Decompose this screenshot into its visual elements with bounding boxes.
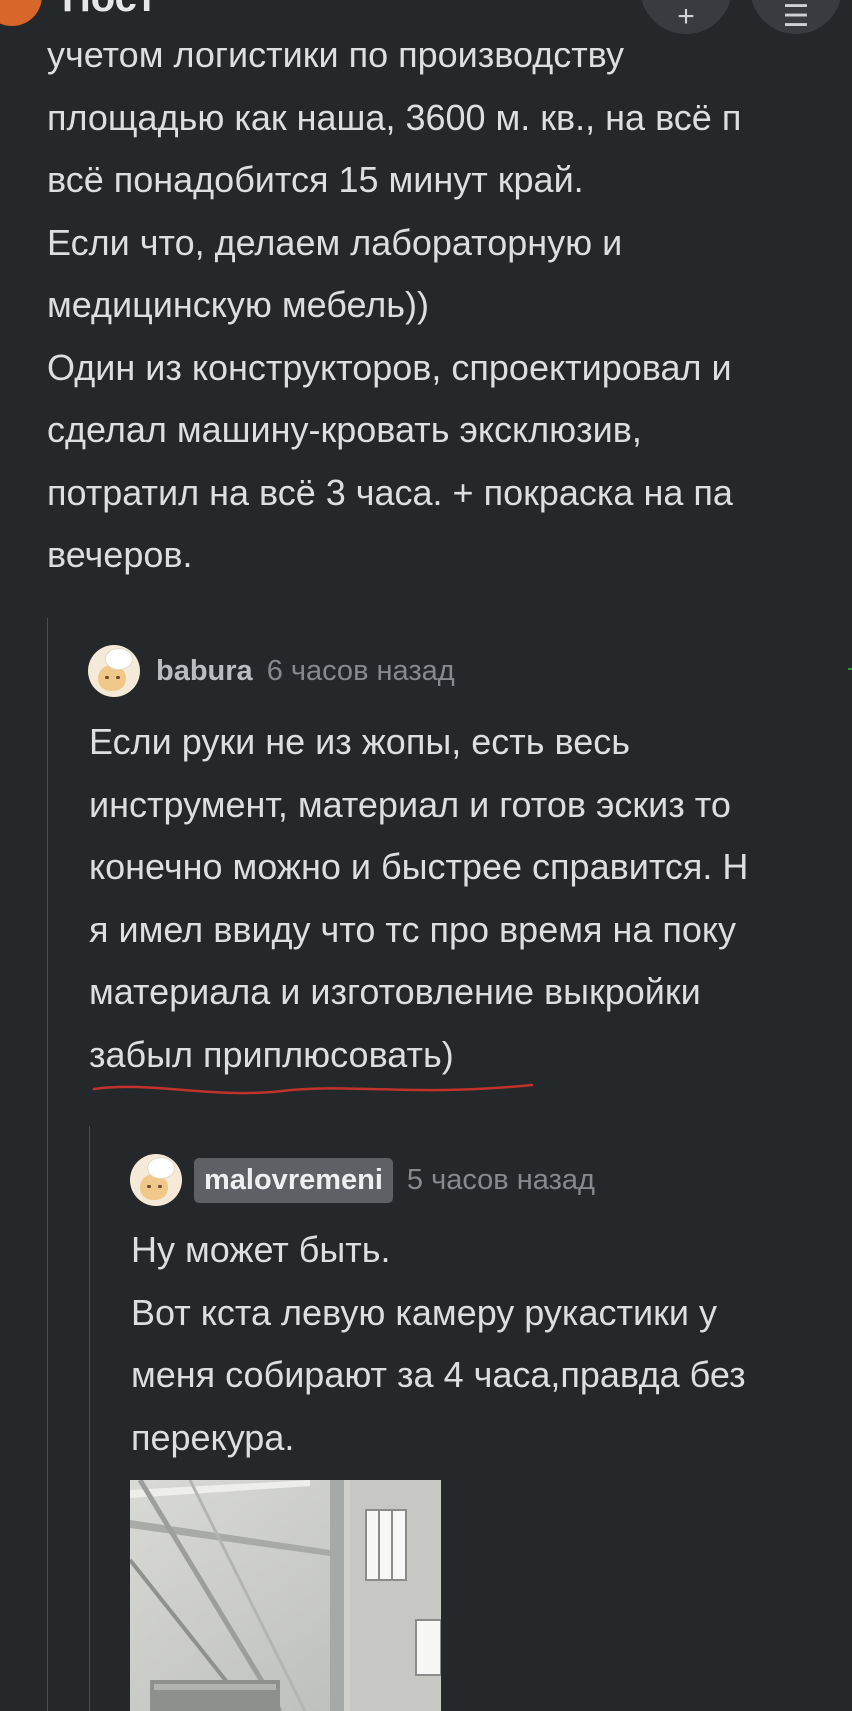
post-text: учетом логистики по производству площадь… bbox=[47, 24, 741, 587]
comment-line: Вот кста левую камеру рукастики у bbox=[131, 1291, 717, 1333]
avatar-eye bbox=[158, 1185, 162, 1188]
comment-line: инструмент, материал и готов эскиз то bbox=[89, 783, 731, 825]
post-line: всё понадобится 15 минут край. bbox=[47, 159, 584, 200]
comment-line: Если руки не из жопы, есть весь bbox=[89, 721, 630, 762]
comment-time[interactable]: 6 часов назад bbox=[267, 655, 455, 688]
comment-line: перекура. bbox=[131, 1416, 295, 1458]
comment-header: babura 6 часов назад bbox=[88, 645, 455, 697]
post-page: Пост + ☰ учетом логистики по производств… bbox=[0, 0, 852, 1711]
post-line: медицинскую мебель)) bbox=[47, 284, 430, 325]
settings-icon: ☰ bbox=[782, 0, 810, 33]
avatar-hat bbox=[106, 649, 132, 669]
red-underline-mark bbox=[92, 1083, 534, 1095]
post-line: сделал машину-кровать эксклюзив, bbox=[47, 409, 642, 450]
factory-interior-image bbox=[130, 1480, 441, 1711]
comment-photo[interactable] bbox=[130, 1480, 441, 1711]
comment-line: материала и изготовление выкройки bbox=[89, 971, 701, 1012]
comment-header: malovremeni 5 часов назад bbox=[130, 1154, 595, 1206]
comment-text: Если руки не из жопы, есть весь инструме… bbox=[89, 711, 748, 1086]
comment-line: я имел ввиду что тс про время на поку bbox=[89, 908, 737, 950]
post-line: площадью как наша, 3600 м. кв., на всё п bbox=[47, 96, 742, 138]
plus-icon: + bbox=[677, 0, 695, 33]
post-line: потратил на всё 3 часа. + покраска на па bbox=[47, 471, 733, 513]
avatar-face bbox=[140, 1174, 168, 1200]
thread-line-nested[interactable] bbox=[89, 1126, 90, 1711]
comment-username-author[interactable]: malovremeni bbox=[194, 1157, 393, 1203]
post-line: вечеров. bbox=[47, 534, 193, 575]
add-button[interactable]: + bbox=[640, 0, 732, 34]
top-bar: Пост + ☰ bbox=[0, 0, 852, 48]
avatar-face bbox=[98, 665, 126, 691]
avatar-eye bbox=[116, 676, 120, 679]
comment-line: меня собирают за 4 часа,правда без bbox=[131, 1354, 746, 1395]
settings-button[interactable]: ☰ bbox=[750, 0, 842, 34]
avatar-hat bbox=[148, 1158, 174, 1178]
comment-username[interactable]: babura bbox=[156, 655, 253, 688]
comment-text: Ну может быть. Вот кста левую камеру рук… bbox=[131, 1219, 746, 1469]
avatar-eye bbox=[147, 1185, 151, 1188]
post-line: Один из конструкторов, спроектировал и bbox=[47, 346, 732, 388]
avatar[interactable] bbox=[88, 645, 140, 697]
comment-line: Ну может быть. bbox=[131, 1229, 391, 1270]
comment-time[interactable]: 5 часов назад bbox=[407, 1164, 595, 1197]
post-line: Если что, делаем лабораторную и bbox=[47, 221, 623, 263]
comment-line: конечно можно и быстрее справится. Н bbox=[89, 846, 749, 887]
avatar[interactable] bbox=[130, 1154, 182, 1206]
avatar-eye bbox=[105, 676, 109, 679]
page-title: Пост bbox=[62, 0, 157, 21]
rating-indicator bbox=[848, 668, 852, 670]
thread-line[interactable] bbox=[47, 618, 48, 1711]
logo-icon[interactable] bbox=[0, 0, 42, 26]
